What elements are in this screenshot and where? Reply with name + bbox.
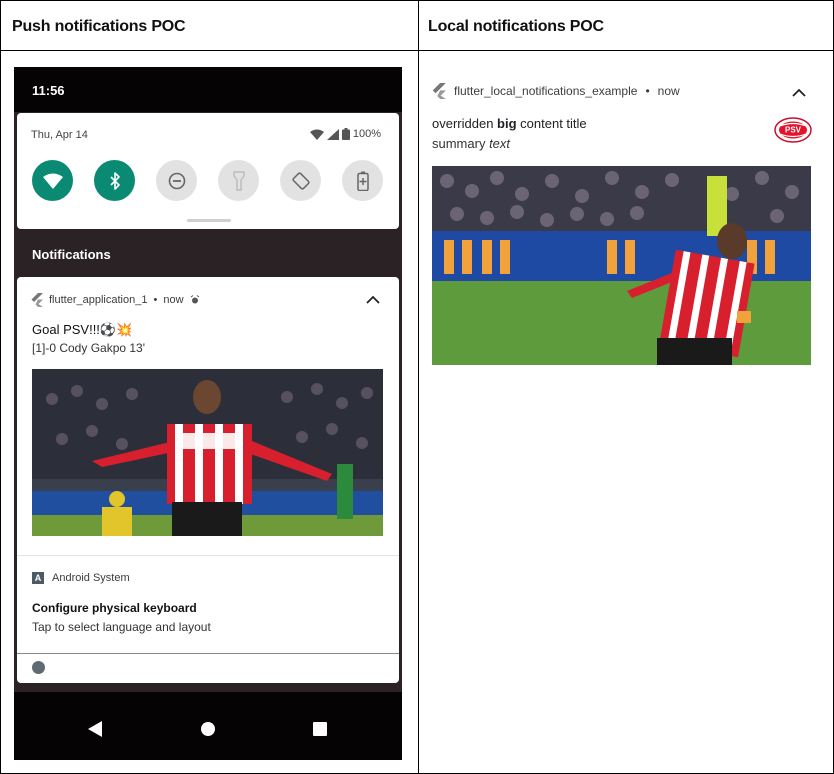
title-prefix: overridden [432,116,498,131]
local-notification-title: overridden big content title [432,116,587,131]
do-not-disturb-icon [168,172,185,189]
navigation-bar [14,692,402,760]
bluetooth-icon [109,171,120,190]
collapse-chevron-icon[interactable] [365,293,381,305]
quick-settings-tiles [32,160,383,201]
push-notification-app-row: flutter_application_1 • now [31,293,200,307]
home-icon[interactable] [199,720,217,738]
android-system-icon: A [32,572,44,584]
local-column-header: Local notifications POC [428,18,604,35]
status-bar: 11:56 [14,67,402,112]
local-notification-image [432,166,811,365]
quick-settings-date: Thu, Apr 14 [31,129,88,141]
quick-settings-handle[interactable] [187,219,231,222]
collapse-chevron-icon[interactable] [791,86,807,98]
bluetooth-tile[interactable] [94,160,135,201]
local-notification-summary: summary text [432,136,510,151]
title-suffix: content title [516,116,587,131]
notifications-header: Notifications [32,247,111,262]
quick-settings-panel[interactable]: Thu, Apr 14 100% [17,113,399,229]
meta-separator: • [153,294,158,306]
goal-celebration-photo [432,166,811,365]
title-bold: big [497,116,517,131]
local-app-name: flutter_local_notifications_example [454,84,638,98]
local-time: now [657,84,680,98]
push-column-header: Push notifications POC [12,18,186,35]
psv-logo: PSV [774,117,812,143]
push-notification-image [32,369,383,536]
system-app-name: Android System [52,572,130,584]
push-notification-title: Goal PSV!!!⚽💥 [32,322,133,337]
meta-separator: • [645,84,650,98]
notification-card[interactable]: flutter_application_1 • now Goal PSV!!!⚽… [17,277,399,683]
quick-settings-status: 100% [309,128,381,140]
system-notification-title: Configure physical keyboard [32,601,197,615]
manage-notifications-icon[interactable] [32,661,45,674]
battery-percent: 100% [352,128,381,140]
back-icon[interactable] [86,720,104,738]
local-notification-app-row: flutter_local_notifications_example • no… [432,83,680,99]
notification-divider [17,555,399,556]
flashlight-tile[interactable] [218,160,259,201]
push-notification-body: [1]-0 Cody Gakpo 13' [32,341,146,355]
recents-icon[interactable] [311,720,329,738]
battery-icon [341,128,350,140]
phone-screenshot: 11:56 Thu, Apr 14 100% Notifications flu… [14,67,402,760]
do-not-disturb-tile[interactable] [156,160,197,201]
auto-rotate-tile[interactable] [280,160,321,201]
footer-divider [17,653,399,654]
wifi-tile[interactable] [32,160,73,201]
push-time: now [163,294,184,306]
goal-celebration-photo [32,369,383,536]
alarm-icon [190,295,199,304]
summary-prefix: summary [432,136,490,151]
flutter-icon [432,83,446,99]
cell-signal-icon [326,128,339,140]
local-notification[interactable]: flutter_local_notifications_example • no… [418,50,833,773]
status-time: 11:56 [32,83,65,98]
battery-saver-tile[interactable] [342,160,383,201]
flashlight-icon [232,170,245,191]
wifi-signal-icon [309,129,324,140]
push-app-name: flutter_application_1 [49,294,148,306]
summary-italic: text [489,136,511,151]
psv-logo-text: PSV [785,126,802,135]
system-notification-body: Tap to select language and layout [32,620,211,634]
wifi-icon [42,173,63,189]
battery-saver-icon [356,171,369,191]
system-notification-app-row: A Android System [32,572,130,584]
auto-rotate-icon [291,171,310,190]
flutter-icon [31,293,43,307]
